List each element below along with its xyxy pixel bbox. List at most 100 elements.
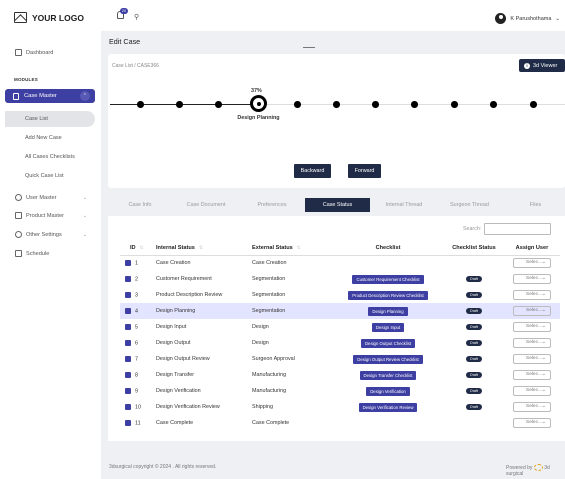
status-badge: Draft [466, 308, 482, 314]
tab-surgeon-thread[interactable]: Surgeon Thread [441, 198, 498, 212]
chevron-up-icon[interactable]: ⌃ [80, 91, 90, 101]
sidebar-subitem-all-cases-checklists[interactable]: All Cases Checklists [5, 149, 95, 165]
sidebar-subitem-add-new-case[interactable]: Add New Case [5, 130, 95, 146]
assign-user-select[interactable]: Selec... [513, 418, 551, 428]
cell-checklist: Design Verification Review [332, 399, 444, 415]
cell-checklist-status: Draft [444, 303, 504, 319]
powered-by-label: Powered by [506, 464, 533, 471]
assign-user-select[interactable]: Selec... [513, 274, 551, 284]
logo[interactable]: YOUR LOGO [14, 12, 84, 23]
cell-internal-status: Product Description Review [156, 292, 223, 298]
tab-case-document[interactable]: Case Document [178, 198, 234, 212]
step-dot [372, 101, 379, 108]
sort-icon[interactable]: ⇅ [140, 245, 144, 250]
checklist-button[interactable]: Design Planning [368, 306, 408, 316]
checklist-button[interactable]: Design Input [371, 322, 405, 332]
assign-user-select[interactable]: Selec... [513, 402, 551, 412]
status-badge: Draft [466, 340, 482, 346]
expand-icon[interactable] [125, 323, 131, 330]
gear-icon [15, 231, 22, 238]
sidebar-item-user-master[interactable]: User Master ⌄ [15, 194, 95, 201]
cell-assign-user: Selec... [504, 287, 560, 303]
tab-preferences[interactable]: Preferences [245, 198, 299, 212]
header-checklist: Checklist [332, 241, 444, 256]
expand-icon[interactable] [125, 371, 131, 378]
sidebar-item-product-master[interactable]: Product Master ⌄ [15, 212, 95, 219]
sidebar-item-label: Dashboard [26, 49, 54, 56]
cell-external-status: Manufacturing [252, 372, 287, 378]
assign-user-select[interactable]: Selec... [513, 338, 551, 348]
cell-id: 10 [120, 399, 156, 415]
table-row: 3 Product Description Review Segmentation P… [120, 287, 560, 303]
step-dot [176, 101, 183, 108]
cell-id: 3 [120, 287, 156, 303]
checklist-button[interactable]: Design Transfer Checklist [359, 370, 417, 380]
header-internal-status[interactable]: Internal Status ⇅ [156, 241, 252, 256]
assign-user-select[interactable]: Selec... [513, 290, 551, 300]
tab-internal-thread[interactable]: Internal Thread [376, 198, 432, 212]
header-id[interactable]: ID ⇅ [120, 241, 156, 256]
checklist-button[interactable]: Design Verification [366, 386, 410, 396]
expand-icon[interactable] [125, 260, 131, 267]
cell-id: 8 [120, 367, 156, 383]
assign-user-select[interactable]: Selec... [513, 258, 551, 269]
expand-icon[interactable] [125, 419, 131, 426]
pin-icon[interactable]: ⚲ [134, 13, 139, 21]
checklist-button[interactable]: Design Output Review Checklist [353, 354, 423, 364]
expand-icon[interactable] [125, 275, 131, 282]
breadcrumb[interactable]: Case List / CASE366 [112, 63, 159, 69]
cell-assign-user: Selec... [504, 335, 560, 351]
expand-icon[interactable] [125, 403, 131, 410]
3d-viewer-button[interactable]: i 3d Viewer [519, 59, 565, 72]
expand-icon[interactable] [125, 355, 131, 362]
cell-id: 1 [120, 255, 156, 271]
sidebar-item-dashboard[interactable]: Dashboard [15, 49, 53, 56]
table-header-row: ID ⇅ Internal Status ⇅ External Status ⇅ Ch… [120, 241, 560, 256]
sort-icon[interactable]: ⇅ [297, 245, 301, 250]
sort-icon[interactable]: ⇅ [199, 245, 203, 250]
assign-user-select[interactable]: Selec... [513, 306, 551, 316]
backward-button[interactable]: Backward [294, 164, 331, 178]
cell-id: 2 [120, 271, 156, 287]
header-external-status[interactable]: External Status ⇅ [252, 241, 332, 256]
cell-checklist: Product Description Review Checklist [332, 287, 444, 303]
sidebar-subitem-quick-case-list[interactable]: Quick Case List [5, 168, 95, 184]
cell-assign-user: Selec... [504, 367, 560, 383]
assign-user-select[interactable]: Selec... [513, 370, 551, 380]
expand-icon[interactable] [125, 291, 131, 298]
sidebar-item-other-settings[interactable]: Other Settings ⌄ [15, 231, 95, 238]
current-step-marker [250, 95, 267, 112]
powered-by: Powered by 3d surgical [506, 464, 565, 477]
chevron-down-icon: ⌄ [82, 231, 87, 238]
cell-internal-status: Design Transfer [156, 372, 195, 378]
checklist-button[interactable]: Design Output Checklist [360, 338, 416, 348]
cell-external-status: Design [252, 340, 269, 346]
cell-checklist-status [444, 415, 504, 431]
search-input[interactable] [484, 223, 551, 235]
sidebar-subitem-case-list[interactable]: Case List [5, 111, 95, 127]
checklist-button[interactable]: Design Verification Review [358, 402, 418, 412]
box-icon [15, 212, 22, 219]
step-dot [411, 101, 418, 108]
expand-icon[interactable] [125, 387, 131, 394]
cell-checklist-status [444, 255, 504, 271]
assign-user-select[interactable]: Selec... [513, 354, 551, 364]
tab-case-info[interactable]: Case Info [113, 198, 167, 212]
user-menu[interactable]: K Parushothama ⌄ [495, 13, 560, 24]
sidebar-item-case-master[interactable]: Case Master ⌃ [5, 89, 95, 103]
assign-user-select[interactable]: Selec... [513, 322, 551, 332]
brand-logo-icon [533, 464, 543, 471]
table-row: 10 Design Verification Review Shipping Desi… [120, 399, 560, 415]
forward-button[interactable]: Forward [348, 164, 381, 178]
cell-checklist-status: Draft [444, 335, 504, 351]
assign-user-select[interactable]: Selec... [513, 386, 551, 396]
tab-files[interactable]: Files [518, 198, 553, 212]
expand-icon[interactable] [125, 339, 131, 346]
tab-case-status[interactable]: Case Status [305, 198, 370, 212]
checklist-button[interactable]: Product Description Review Checklist [348, 290, 428, 300]
sidebar-item-schedule[interactable]: Schedule [15, 250, 49, 257]
expand-icon[interactable] [125, 307, 131, 314]
notification-badge: 20 [120, 8, 128, 14]
step-dot [215, 101, 222, 108]
checklist-button[interactable]: Customer Requirement Checklist [352, 274, 424, 284]
